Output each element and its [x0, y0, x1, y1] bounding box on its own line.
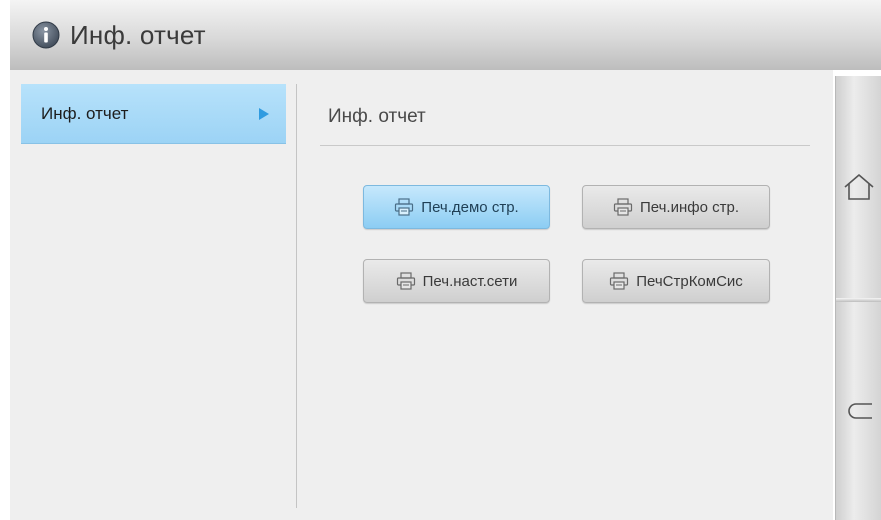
- button-label: ПечСтрКомСис: [636, 272, 743, 290]
- button-label: Печ.наст.сети: [422, 272, 518, 290]
- home-button[interactable]: [836, 76, 881, 298]
- back-icon: [848, 403, 872, 419]
- right-sidebar: [835, 76, 881, 520]
- menu-item-info-report[interactable]: Инф. отчет: [21, 84, 286, 144]
- print-info-page-button[interactable]: Печ.инфо стр.: [582, 185, 770, 229]
- arrow-right-icon: [259, 107, 269, 120]
- window-title: Инф. отчет: [70, 19, 206, 50]
- back-button[interactable]: [836, 302, 881, 520]
- info-icon: [32, 21, 60, 49]
- print-system-page-button[interactable]: ПечСтрКомСис: [582, 259, 770, 303]
- print-demo-page-button[interactable]: Печ.демо стр.: [363, 185, 550, 229]
- home-icon: [844, 174, 874, 200]
- section-title: Инф. отчет: [328, 106, 426, 127]
- printer-icon: [613, 198, 633, 216]
- vertical-divider: [296, 84, 297, 508]
- title-bar: Инф. отчет: [10, 0, 881, 70]
- printer-icon: [395, 198, 414, 216]
- print-network-settings-button[interactable]: Печ.наст.сети: [363, 259, 550, 303]
- button-label: Печ.инфо стр.: [639, 198, 739, 216]
- horizontal-divider: [320, 145, 810, 146]
- printer-icon: [610, 272, 629, 290]
- button-label: Печ.демо стр.: [421, 198, 519, 216]
- printer-icon: [396, 272, 415, 290]
- menu-item-label: Инф. отчет: [41, 103, 129, 123]
- menu-panel: Инф. отчет: [10, 70, 297, 520]
- main-content: Инф. отчет Инф. отчет Печ.демо стр. Печ.…: [10, 70, 833, 520]
